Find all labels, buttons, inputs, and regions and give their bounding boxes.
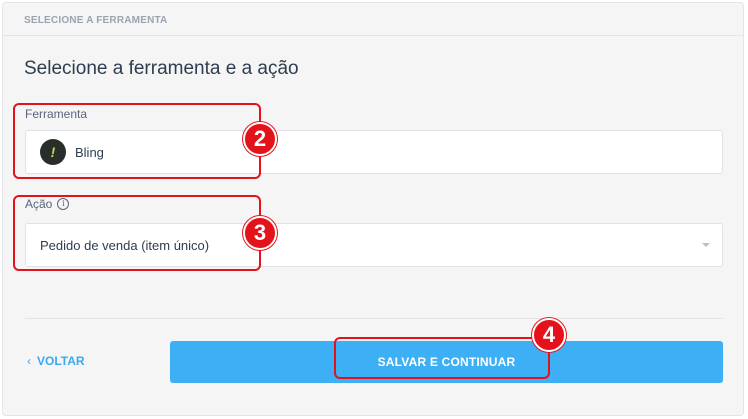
chevron-down-icon[interactable] <box>702 243 710 247</box>
section-header: SELECIONE A FERRAMENTA <box>24 15 168 26</box>
chevron-left-icon: ‹ <box>27 354 31 368</box>
action-field-highlight <box>13 195 261 271</box>
step-badge-2: 2 <box>243 122 277 156</box>
step-badge-4: 4 <box>532 318 566 352</box>
page-title: Selecione a ferramenta e a ação <box>24 58 299 79</box>
tool-field-highlight <box>13 103 261 179</box>
back-button[interactable]: ‹ VOLTAR <box>27 354 85 368</box>
back-label: VOLTAR <box>37 354 85 368</box>
save-button-highlight <box>334 337 550 379</box>
header-divider <box>3 35 743 36</box>
step-badge-3: 3 <box>243 216 277 250</box>
footer-divider <box>25 318 723 319</box>
